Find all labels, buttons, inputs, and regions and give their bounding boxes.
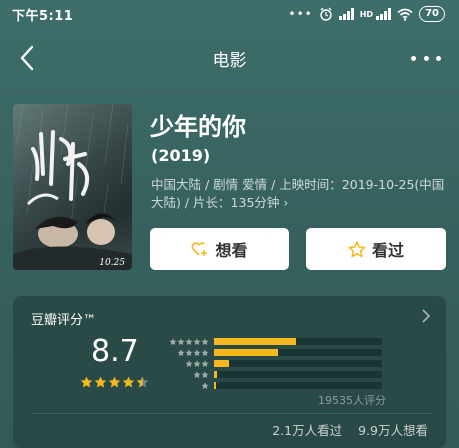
small-star-icon bbox=[193, 359, 201, 367]
more-dot bbox=[411, 55, 416, 61]
star-outline-icon bbox=[348, 240, 366, 257]
page-title: 电影 bbox=[212, 50, 247, 71]
notification-dots: ••• bbox=[288, 7, 313, 21]
signal-icon bbox=[338, 8, 354, 20]
movie-meta-info[interactable]: 中国大陆 / 剧情 爱情 / 上映时间：2019-10-25(中国大陆) / 片… bbox=[151, 176, 451, 212]
small-star-icon bbox=[201, 370, 209, 378]
rating-stars bbox=[80, 376, 149, 389]
small-star-icon bbox=[201, 381, 209, 389]
distribution-row-3 bbox=[163, 358, 382, 369]
movie-title: 少年的你 bbox=[150, 113, 246, 141]
distribution-bar bbox=[214, 338, 297, 345]
battery-indicator: 70 bbox=[419, 6, 445, 22]
wifi-icon bbox=[397, 8, 413, 21]
small-star-icon bbox=[193, 348, 201, 356]
small-star-icon bbox=[193, 337, 201, 345]
small-star-icon bbox=[201, 337, 209, 345]
distribution-row-2 bbox=[163, 369, 382, 380]
distribution-track bbox=[214, 382, 382, 389]
small-star-icon bbox=[193, 370, 201, 378]
want-to-watch-count: 9.9万人想看 bbox=[358, 423, 428, 438]
chevron-right-icon[interactable] bbox=[420, 308, 432, 324]
rating-star-icon bbox=[108, 376, 121, 388]
more-dot bbox=[423, 55, 429, 61]
rating-distribution bbox=[163, 336, 382, 391]
rating-score: 8.7 bbox=[91, 334, 139, 369]
distribution-stars bbox=[163, 348, 209, 357]
distribution-track bbox=[214, 360, 382, 367]
rating-star-icon bbox=[122, 376, 135, 388]
watch-stats: 2.1万人看过 9.9万人想看 bbox=[272, 420, 428, 439]
distribution-track bbox=[214, 371, 382, 378]
small-star-icon bbox=[185, 348, 193, 356]
back-icon[interactable] bbox=[16, 44, 40, 72]
alarm-icon bbox=[320, 7, 332, 21]
distribution-bar bbox=[214, 349, 278, 356]
distribution-stars bbox=[163, 370, 209, 379]
distribution-track bbox=[214, 338, 382, 345]
hd-label: HD bbox=[359, 9, 374, 19]
distribution-bar bbox=[214, 360, 230, 367]
small-star-icon bbox=[201, 348, 209, 356]
rating-header: 豆瓣评分™ bbox=[31, 313, 97, 328]
small-star-icon bbox=[185, 359, 193, 367]
rating-star-icon bbox=[94, 376, 107, 388]
raters-count: 19535人评分 bbox=[318, 394, 386, 407]
rating-star-icon bbox=[136, 376, 149, 388]
nav-bar: 电影 bbox=[0, 38, 459, 78]
small-star-icon bbox=[185, 337, 193, 345]
rating-panel[interactable]: 豆瓣评分™ 8.7 19535人评分 2.1万人看过 9.9万人想看 bbox=[13, 296, 446, 448]
small-star-icon bbox=[177, 337, 185, 345]
distribution-stars bbox=[163, 359, 209, 368]
status-bar: 下午5:11 ••• HD 70 bbox=[0, 0, 459, 28]
status-time: 下午5:11 bbox=[12, 8, 74, 24]
signal-hd-icon bbox=[376, 8, 392, 20]
distribution-bar bbox=[214, 371, 217, 378]
distribution-row-4 bbox=[163, 347, 382, 358]
small-star-icon bbox=[201, 359, 209, 367]
movie-year: (2019) bbox=[151, 146, 211, 165]
watched-count: 2.1万人看过 bbox=[272, 423, 343, 438]
more-options-button[interactable] bbox=[411, 48, 441, 68]
distribution-row-5 bbox=[163, 336, 382, 347]
more-dot bbox=[436, 55, 441, 61]
distribution-row-1 bbox=[163, 380, 382, 391]
seen-button[interactable]: 看过 bbox=[306, 228, 446, 270]
poster-artwork: 10.25 bbox=[13, 104, 132, 270]
distribution-bar bbox=[214, 382, 216, 389]
want-to-watch-button[interactable]: 想看 bbox=[150, 228, 289, 270]
small-star-icon bbox=[177, 348, 185, 356]
distribution-stars bbox=[163, 337, 209, 346]
distribution-stars bbox=[163, 381, 209, 390]
movie-poster[interactable]: 10.25 bbox=[13, 104, 132, 270]
small-star-icon bbox=[169, 337, 177, 345]
heart-plus-icon bbox=[191, 242, 208, 256]
status-icons: ••• HD 70 bbox=[288, 6, 445, 22]
rating-star-icon bbox=[80, 376, 93, 388]
seen-label: 看过 bbox=[371, 241, 404, 260]
divider bbox=[31, 413, 432, 414]
poster-date: 10.25 bbox=[99, 258, 125, 268]
want-label: 想看 bbox=[215, 241, 248, 260]
distribution-track bbox=[214, 349, 382, 356]
